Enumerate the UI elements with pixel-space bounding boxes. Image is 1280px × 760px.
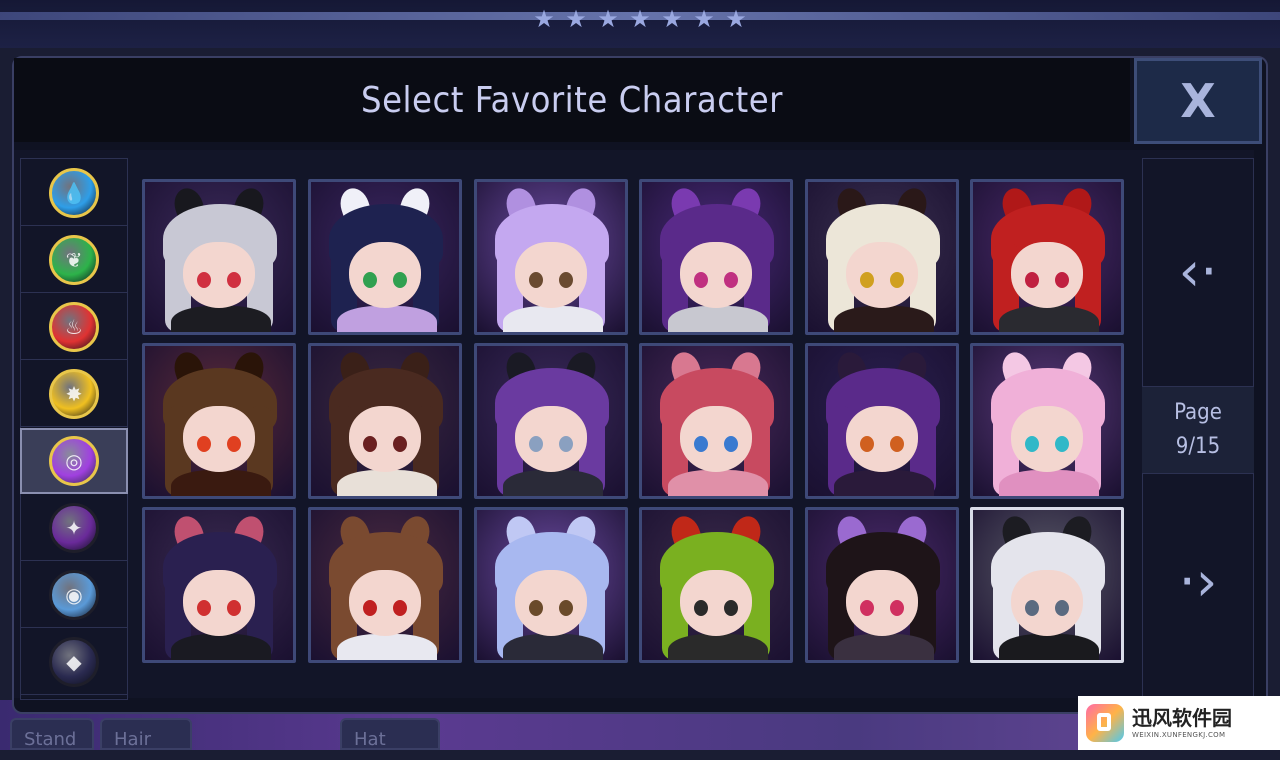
character-card-8[interactable]: [308, 343, 462, 499]
element-tab-void[interactable]: ◆: [20, 629, 128, 695]
fire-element-icon: ♨: [49, 301, 99, 352]
character-portrait: [145, 182, 293, 332]
void-element-icon: ◆: [49, 636, 99, 687]
character-card-18[interactable]: [970, 507, 1124, 663]
character-card-2[interactable]: [308, 179, 462, 335]
background-tab-hat: Hat: [340, 718, 440, 750]
watermark-logo-icon: [1086, 704, 1124, 742]
next-page-button[interactable]: ·›: [1142, 526, 1254, 636]
watermark: 迅风软件园 WEIXIN.XUNFENGKJ.COM: [1078, 696, 1280, 750]
element-tab-nature[interactable]: ❦: [20, 227, 128, 293]
character-portrait: [642, 182, 790, 332]
character-portrait: [145, 346, 293, 496]
character-card-3[interactable]: [474, 179, 628, 335]
character-portrait: [311, 182, 459, 332]
character-portrait: [642, 510, 790, 660]
water-element-icon: 💧: [49, 167, 99, 218]
star-icon: ★: [693, 5, 715, 33]
background-tab-hair: Hair: [100, 718, 192, 750]
character-card-4[interactable]: [639, 179, 793, 335]
character-portrait: [642, 346, 790, 496]
character-portrait: [808, 182, 956, 332]
page-number: 9/15: [1175, 434, 1221, 459]
close-button[interactable]: X: [1134, 58, 1262, 144]
light-element-icon: ✸: [49, 368, 99, 419]
spirit-element-icon: ◉: [49, 569, 99, 620]
character-card-10[interactable]: [639, 343, 793, 499]
character-card-11[interactable]: [805, 343, 959, 499]
chevron-left-icon: ‹·: [1178, 239, 1218, 303]
star-icon: ★: [661, 5, 683, 33]
character-portrait: [973, 346, 1121, 496]
watermark-name: 迅风软件园: [1132, 706, 1232, 730]
star-icon: ★: [725, 5, 747, 33]
nature-element-icon: ❦: [49, 234, 99, 285]
character-portrait: [145, 510, 293, 660]
dialog-title: Select Favorite Character: [361, 79, 783, 121]
character-portrait: [311, 346, 459, 496]
page-indicator: Page 9/15: [1142, 386, 1254, 474]
element-tab-light[interactable]: ✸: [20, 361, 128, 427]
rank-stars: ★ ★ ★ ★ ★ ★ ★: [530, 4, 750, 34]
character-portrait: [808, 510, 956, 660]
character-portrait: [477, 510, 625, 660]
character-card-1[interactable]: [142, 179, 296, 335]
character-portrait: [311, 510, 459, 660]
page-label: Page: [1174, 400, 1222, 425]
character-card-5[interactable]: [805, 179, 959, 335]
chevron-right-icon: ·›: [1178, 549, 1218, 613]
character-card-7[interactable]: [142, 343, 296, 499]
character-card-13[interactable]: [142, 507, 296, 663]
character-card-15[interactable]: [474, 507, 628, 663]
background-tab-stand: Stand: [10, 718, 94, 750]
character-card-6[interactable]: [970, 179, 1124, 335]
element-tab-shadow[interactable]: ✦: [20, 495, 128, 561]
star-icon: ★: [533, 5, 555, 33]
dark-element-icon: ◎: [49, 436, 99, 486]
element-tab-water[interactable]: 💧: [20, 160, 128, 226]
character-portrait: [477, 182, 625, 332]
character-card-12[interactable]: [970, 343, 1124, 499]
star-icon: ★: [629, 5, 651, 33]
shadow-element-icon: ✦: [49, 502, 99, 553]
character-card-14[interactable]: [308, 507, 462, 663]
character-card-17[interactable]: [805, 507, 959, 663]
element-tab-fire[interactable]: ♨: [20, 294, 128, 360]
character-portrait: [973, 182, 1121, 332]
watermark-url: WEIXIN.XUNFENGKJ.COM: [1132, 731, 1226, 739]
prev-page-button[interactable]: ‹·: [1142, 216, 1254, 326]
character-portrait: [808, 346, 956, 496]
character-card-16[interactable]: [639, 507, 793, 663]
element-tab-dark[interactable]: ◎: [20, 428, 128, 494]
title-bar: Select Favorite Character: [14, 58, 1130, 142]
character-portrait: [973, 510, 1121, 660]
element-tab-spirit[interactable]: ◉: [20, 562, 128, 628]
character-portrait: [477, 346, 625, 496]
star-icon: ★: [597, 5, 619, 33]
character-card-9[interactable]: [474, 343, 628, 499]
star-icon: ★: [565, 5, 587, 33]
